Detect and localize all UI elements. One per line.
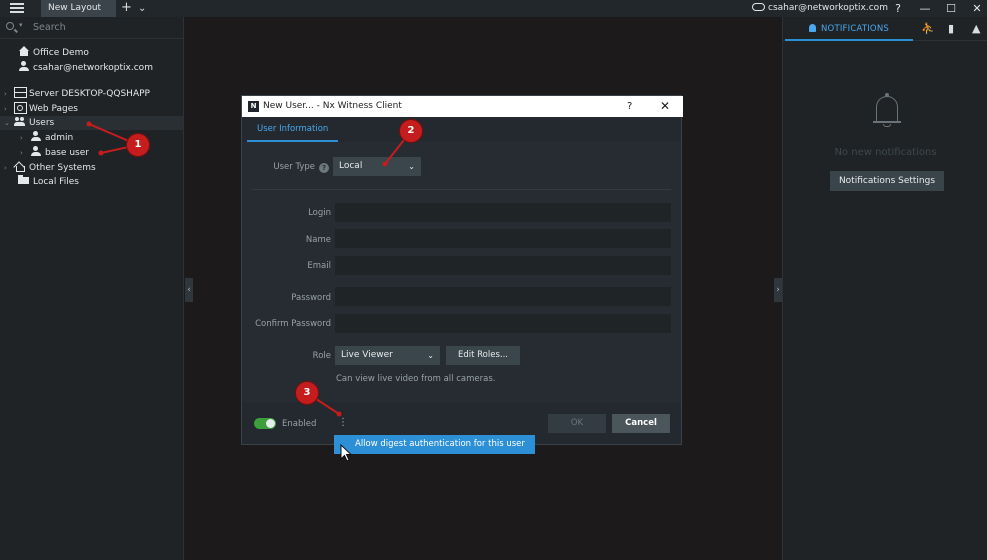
dialog-close-button[interactable]: ✕ — [660, 96, 670, 117]
notifications-panel: NOTIFICATIONS ⛹ ▮ ▲ No new notifications… — [782, 17, 987, 560]
dialog-help-button[interactable]: ? — [627, 96, 632, 117]
more-options-menu-item-digest-auth[interactable]: Allow digest authentication for this use… — [334, 435, 535, 454]
tree-item-current-user[interactable]: csahar@networkoptix.com — [8, 61, 153, 75]
main-menu-icon[interactable] — [10, 3, 24, 14]
password-field[interactable] — [335, 287, 671, 306]
web-page-icon — [14, 102, 27, 114]
folder-icon — [18, 175, 30, 185]
chevron-down-icon: ⌄ — [427, 351, 434, 360]
user-icon — [18, 61, 30, 71]
other-systems-icon — [14, 161, 26, 172]
system-icon — [18, 46, 30, 56]
name-field[interactable] — [335, 229, 671, 248]
collapse-left-panel-button[interactable]: ‹ — [185, 278, 193, 302]
divider — [252, 189, 671, 190]
dialog-tabs: User Information — [242, 117, 681, 142]
cancel-button[interactable]: Cancel — [612, 414, 670, 433]
confirm-password-label: Confirm Password — [255, 319, 331, 329]
password-label: Password — [291, 293, 331, 303]
tree-item-office-demo[interactable]: Office Demo — [8, 46, 89, 60]
title-bar: New Layout + ⌄ csahar@networkoptix.com ?… — [0, 0, 987, 17]
annotation-badge-3: 3 — [296, 382, 318, 404]
cloud-icon — [752, 3, 765, 11]
user-type-select[interactable]: Local ⌄ — [333, 157, 421, 176]
tabs-dropdown-icon[interactable]: ⌄ — [138, 0, 146, 17]
tree-item-admin[interactable]: › admin — [20, 131, 73, 145]
expand-arrow-icon[interactable]: › — [20, 131, 30, 145]
role-description: Can view live video from all cameras. — [336, 374, 496, 384]
server-icon — [14, 87, 27, 98]
cloud-user-label: csahar@networkoptix.com — [768, 3, 888, 13]
help-button[interactable]: ? — [889, 0, 907, 17]
expand-arrow-icon[interactable]: › — [4, 87, 14, 101]
login-field[interactable] — [335, 203, 671, 222]
user-type-label: User Type — [273, 162, 315, 172]
expand-arrow-icon[interactable]: › — [4, 161, 14, 175]
right-panel-tabs: NOTIFICATIONS ⛹ ▮ ▲ — [783, 17, 987, 41]
close-button[interactable]: ✕ — [968, 0, 986, 17]
collapse-arrow-icon[interactable]: ⌄ — [4, 116, 14, 130]
tab-user-information[interactable]: User Information — [247, 117, 339, 142]
user-icon — [30, 131, 42, 141]
tree-item-local-files[interactable]: Local Files — [8, 175, 79, 189]
bell-icon — [809, 24, 816, 32]
tree-item-web-pages[interactable]: › Web Pages — [4, 102, 78, 116]
more-options-icon[interactable]: ⋮ — [338, 418, 348, 428]
cloud-user-button[interactable]: csahar@networkoptix.com — [752, 0, 888, 17]
motion-icon[interactable]: ⛹ — [921, 22, 935, 35]
tab-new-layout[interactable]: New Layout — [41, 0, 116, 17]
search-icon — [6, 22, 14, 30]
minimize-button[interactable]: — — [916, 0, 934, 17]
search-box[interactable]: ▾ Search — [0, 17, 184, 39]
add-tab-button[interactable]: + — [121, 0, 132, 16]
notifications-settings-button[interactable]: Notifications Settings — [830, 171, 944, 191]
search-input[interactable]: Search — [33, 22, 66, 33]
name-label: Name — [305, 235, 331, 245]
notification-bell-icon — [873, 93, 901, 127]
tree-item-server[interactable]: › Server DESKTOP-QQSHAPP — [4, 87, 150, 101]
enabled-toggle[interactable] — [254, 418, 276, 429]
email-label: Email — [307, 261, 331, 271]
tree-item-other-systems[interactable]: › Other Systems — [4, 161, 96, 175]
ok-button[interactable]: OK — [548, 414, 606, 433]
help-circle-icon[interactable]: ? — [319, 163, 329, 173]
search-dropdown-icon[interactable]: ▾ — [19, 21, 23, 29]
resource-tree-panel: ▾ Search Office Demo csahar@networkoptix… — [0, 17, 184, 560]
app-logo-icon: N — [248, 101, 259, 112]
login-label: Login — [308, 208, 331, 218]
collapse-right-panel-button[interactable]: › — [774, 278, 782, 302]
role-select[interactable]: Live Viewer ⌄ — [335, 346, 440, 365]
dialog-title: New User... - Nx Witness Client — [263, 101, 402, 111]
user-icon — [30, 146, 42, 156]
maximize-button[interactable]: ☐ — [942, 0, 960, 17]
empty-notifications-text: No new notifications — [834, 147, 937, 158]
email-field[interactable] — [335, 256, 671, 275]
enabled-label: Enabled — [282, 419, 317, 429]
tree-item-users[interactable]: ⌄ Users — [0, 116, 183, 130]
expand-arrow-icon[interactable]: › — [4, 102, 14, 116]
dialog-title-bar: N New User... - Nx Witness Client ? ✕ — [242, 96, 683, 117]
mouse-cursor-icon — [340, 444, 352, 462]
bookmark-icon[interactable]: ▮ — [948, 22, 954, 35]
annotation-badge-2: 2 — [400, 120, 422, 142]
expand-arrow-icon[interactable]: › — [20, 146, 30, 160]
confirm-password-field[interactable] — [335, 314, 671, 333]
warning-icon[interactable]: ▲ — [972, 22, 980, 35]
role-label: Role — [312, 351, 331, 361]
tree-item-base-user[interactable]: › base user — [20, 146, 89, 160]
chevron-down-icon: ⌄ — [408, 162, 415, 171]
users-icon — [14, 116, 26, 126]
tab-notifications[interactable]: NOTIFICATIONS — [785, 17, 913, 41]
annotation-badge-1: 1 — [127, 134, 149, 156]
edit-roles-button[interactable]: Edit Roles... — [446, 346, 520, 365]
